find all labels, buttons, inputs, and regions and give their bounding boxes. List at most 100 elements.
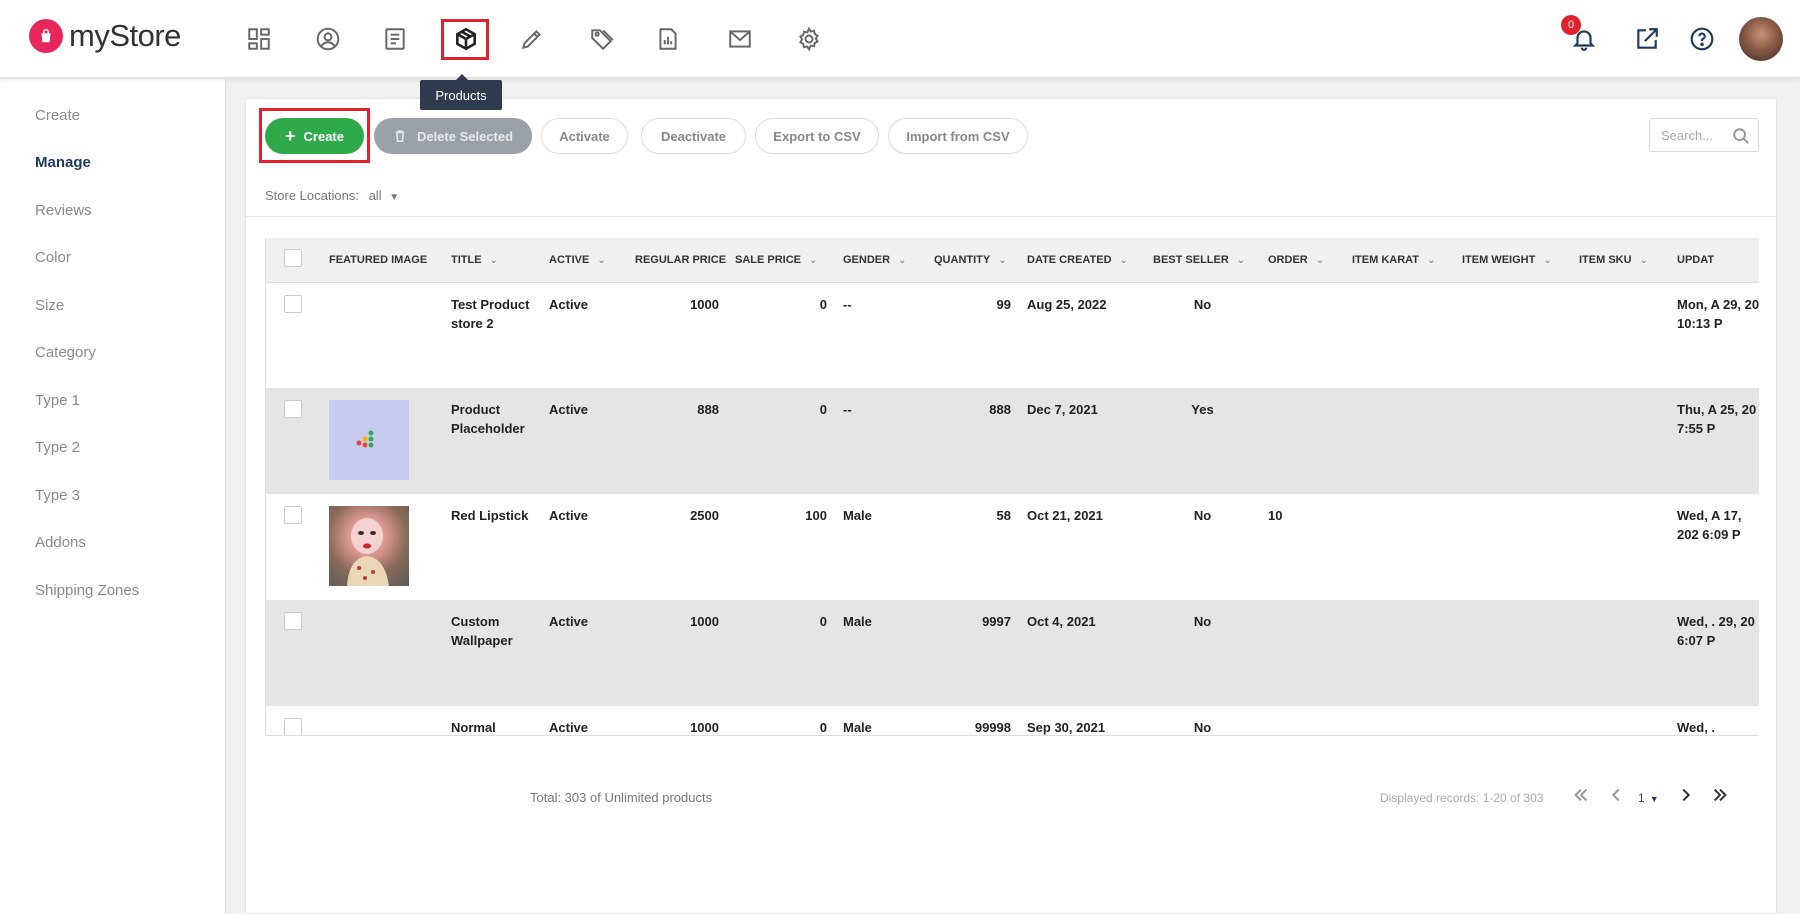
column-header[interactable]: ORDER ⌄ [1260, 238, 1344, 283]
table-row[interactable]: Normal Active 1000 0 Male 99998 Sep 30, … [266, 706, 1759, 735]
sale-price-cell: 0 [819, 720, 827, 735]
updated-cell: Wed, A 17, 202 6:09 P [1677, 508, 1742, 542]
sidebar-item-size[interactable]: Size [35, 297, 64, 314]
column-header[interactable]: SALE PRICE ⌄ [727, 238, 835, 283]
orders-icon[interactable] [375, 20, 415, 58]
row-checkbox[interactable] [266, 388, 321, 494]
column-header[interactable]: GENDER ⌄ [835, 238, 926, 283]
user-icon[interactable] [308, 20, 348, 58]
active-cell: Active [549, 720, 589, 735]
table-row[interactable]: Red Lipstick Active 2500 100 Male 58 Oct… [266, 494, 1759, 600]
sidebar-item-addons[interactable]: Addons [35, 534, 86, 551]
sidebar-item-category[interactable]: Category [35, 344, 96, 361]
column-header[interactable]: REGULAR PRICE⌄ [627, 238, 742, 283]
page-select[interactable]: 1 ▼ [1638, 791, 1659, 805]
best-seller-cell: Yes [1145, 388, 1260, 494]
chevron-down-icon: ⌄ [489, 254, 498, 266]
sidebar-item-manage[interactable]: Manage [35, 154, 91, 171]
export-csv-button[interactable]: Export to CSV [755, 118, 879, 154]
title-cell[interactable]: Product Placeholder [443, 388, 541, 494]
activate-button[interactable]: Activate [541, 118, 628, 154]
store-locations-label: Store Locations: [265, 188, 359, 203]
row-checkbox[interactable] [266, 282, 321, 388]
external-link-icon[interactable] [1630, 22, 1664, 56]
title-cell[interactable]: Normal [443, 706, 541, 735]
select-all-checkbox[interactable] [266, 238, 321, 283]
logo[interactable]: myStore [29, 18, 181, 54]
updated-cell: Wed, . 29, 20 6:07 P [1669, 600, 1759, 706]
row-checkbox[interactable] [266, 600, 321, 706]
sidebar-item-shipping-zones[interactable]: Shipping Zones [35, 582, 139, 599]
sidebar-item-type-2[interactable]: Type 2 [35, 439, 80, 456]
date-created-cell: Oct 4, 2021 [1019, 600, 1145, 706]
chevron-down-icon: ⌄ [1236, 254, 1246, 266]
sidebar-item-type-3[interactable]: Type 3 [35, 487, 80, 504]
import-csv-button[interactable]: Import from CSV [888, 118, 1028, 154]
red-lipstick-product-image[interactable] [329, 506, 409, 586]
gender-cell: Male [843, 720, 872, 735]
regular-price-cell: 1000 [627, 600, 727, 706]
quantity-cell: 888 [926, 388, 1019, 494]
row-checkbox[interactable] [266, 706, 321, 735]
mail-icon[interactable] [720, 20, 760, 58]
table-row[interactable]: Test Product store 2 Active 1000 0 -- 99… [266, 282, 1759, 388]
title-cell[interactable]: Test Product store 2 [443, 282, 541, 388]
sidebar-item-type-1[interactable]: Type 1 [35, 392, 80, 409]
products-tooltip: Products [420, 74, 502, 110]
table-header-row: FEATURED IMAGE TITLE ⌄ ACTIVE ⌄ REGULAR PR… [266, 238, 1759, 283]
best-seller-cell: No [1193, 296, 1212, 312]
tag-icon[interactable] [582, 20, 622, 58]
reports-icon[interactable] [648, 20, 688, 58]
column-header[interactable]: QUANTITY ⌄ [926, 238, 1019, 283]
last-page-icon[interactable] [1711, 786, 1729, 809]
column-header[interactable]: ITEM WEIGHT ⌄ [1454, 238, 1571, 283]
item-sku-cell [1571, 282, 1669, 388]
column-header[interactable]: ITEM SKU ⌄ [1571, 238, 1669, 283]
regular-price-cell: 888 [627, 388, 727, 494]
title-cell[interactable]: Custom Wallpaper [443, 600, 541, 706]
table-row[interactable]: Product Placeholder Active 888 0 -- 888 … [266, 388, 1759, 494]
column-header[interactable]: ITEM KARAT ⌄ [1344, 238, 1454, 283]
column-header[interactable]: UPDAT [1669, 238, 1759, 283]
edit-icon[interactable] [512, 20, 552, 58]
item-sku-cell [1571, 388, 1669, 494]
item-karat-cell [1344, 494, 1454, 600]
item-weight-cell [1454, 494, 1571, 600]
table-row[interactable]: Custom Wallpaper Active 1000 0 Male 9997… [266, 600, 1759, 706]
column-header[interactable]: BEST SELLER ⌄ [1145, 238, 1260, 283]
store-locations-filter[interactable]: Store Locations: all ▼ [265, 188, 399, 203]
row-checkbox[interactable] [266, 494, 321, 600]
previous-page-icon[interactable] [1607, 786, 1625, 809]
item-karat-cell [1344, 600, 1454, 706]
logo-text: myStore [69, 18, 181, 53]
title-cell[interactable]: Red Lipstick [443, 494, 541, 600]
avatar[interactable] [1739, 17, 1783, 61]
settings-icon[interactable] [789, 20, 829, 58]
chevron-down-icon: ⌄ [1119, 254, 1128, 266]
date-created-cell: Dec 7, 2021 [1019, 388, 1145, 494]
item-karat-cell [1344, 282, 1454, 388]
sidebar-item-reviews[interactable]: Reviews [35, 202, 92, 219]
first-page-icon[interactable] [1572, 786, 1590, 809]
help-icon[interactable] [1685, 22, 1719, 56]
chevron-down-icon: ⌄ [898, 254, 907, 266]
delete-selected-button[interactable]: Delete Selected [374, 118, 532, 154]
best-seller-cell: No [1145, 600, 1260, 706]
chevron-down-icon: ⌄ [998, 254, 1007, 266]
next-page-icon[interactable] [1677, 786, 1695, 809]
quantity-cell: 99 [996, 296, 1011, 312]
search-placeholder: Search... [1661, 128, 1714, 143]
sidebar-item-color[interactable]: Color [35, 249, 71, 266]
featured-image-cell [321, 388, 443, 494]
dashboard-icon[interactable] [239, 20, 279, 58]
product-placeholder-image[interactable] [329, 400, 409, 480]
column-header[interactable]: TITLE ⌄ [443, 238, 541, 283]
sidebar-item-create[interactable]: Create [35, 107, 80, 124]
search-input[interactable]: Search... [1649, 118, 1759, 152]
chevron-down-icon: ▼ [389, 192, 400, 203]
deactivate-button[interactable]: Deactivate [641, 118, 746, 154]
gender-cell: Male [843, 508, 872, 523]
column-header[interactable]: ACTIVE ⌄ [541, 238, 627, 283]
sidebar: Create Manage Reviews Color Size Categor… [0, 79, 226, 914]
column-header[interactable]: DATE CREATED ⌄ [1019, 238, 1145, 283]
